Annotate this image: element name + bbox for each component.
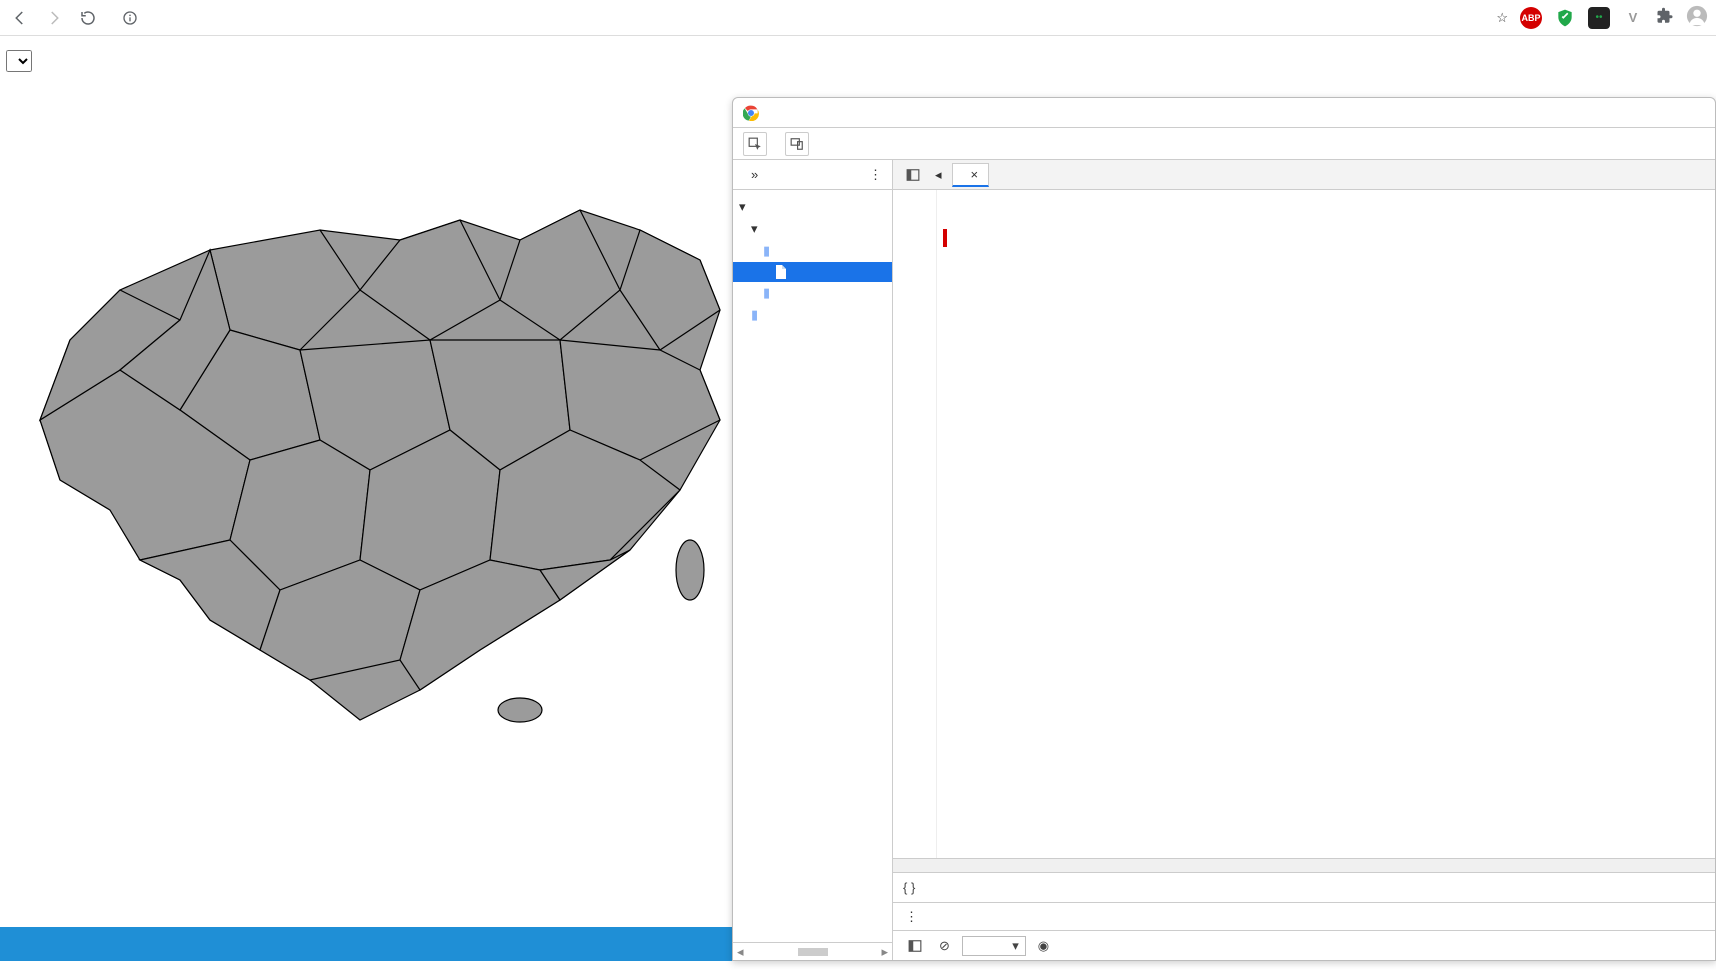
evernote-icon[interactable]: •• bbox=[1588, 7, 1610, 29]
inspect-icon bbox=[748, 137, 762, 151]
forward-button[interactable] bbox=[42, 6, 66, 30]
nav-scroll[interactable]: ◂▸ bbox=[733, 942, 892, 960]
styles-select[interactable] bbox=[6, 50, 32, 72]
devtools-window: » ⋮ ▾ ▾ ▮ ▮ ▮ ◂▸ bbox=[732, 97, 1716, 961]
extensions-icon[interactable] bbox=[1656, 7, 1674, 28]
star-icon[interactable]: ☆ bbox=[1496, 10, 1508, 26]
sources-navigator: » ⋮ ▾ ▾ ▮ ▮ ▮ ◂▸ bbox=[733, 160, 893, 960]
levels-selector[interactable] bbox=[1693, 945, 1705, 947]
device-toggle-button[interactable] bbox=[785, 132, 809, 156]
browser-toolbar: ☆ ABP •• V bbox=[0, 0, 1716, 36]
chrome-icon bbox=[743, 105, 759, 121]
code-hscroll[interactable] bbox=[893, 858, 1715, 872]
console-filter-input[interactable] bbox=[1061, 938, 1681, 953]
profile-icon[interactable] bbox=[1686, 5, 1708, 30]
tree-file-tigerchina[interactable] bbox=[733, 262, 892, 282]
back-button[interactable] bbox=[8, 6, 32, 30]
nav-more-icon[interactable]: » bbox=[751, 167, 758, 182]
info-icon bbox=[122, 10, 138, 26]
file-icon bbox=[775, 265, 787, 279]
console-toolbar: ⊘ ▾ ◉ bbox=[893, 930, 1715, 960]
footer-bar bbox=[0, 927, 735, 961]
reload-button[interactable] bbox=[76, 6, 100, 30]
tree-folder-gwc[interactable]: ▾ bbox=[733, 218, 892, 240]
code-area[interactable] bbox=[893, 190, 1715, 858]
shield-icon[interactable] bbox=[1554, 7, 1576, 29]
context-selector[interactable]: ▾ bbox=[962, 936, 1026, 956]
tree-folder-demo[interactable]: ▮ bbox=[733, 240, 892, 262]
eye-icon[interactable]: ◉ bbox=[1038, 938, 1049, 954]
tree-host[interactable]: ▾ bbox=[733, 196, 892, 218]
tree-folder-service[interactable]: ▮ bbox=[733, 304, 892, 326]
toolbar-extensions: ☆ ABP •• V bbox=[1496, 5, 1708, 30]
styles-row bbox=[0, 50, 1716, 80]
china-map-icon bbox=[0, 90, 730, 730]
source-file-tab[interactable]: × bbox=[952, 163, 990, 187]
nav-left-icon[interactable]: ◂ bbox=[935, 167, 942, 183]
pretty-print-icon[interactable]: { } bbox=[903, 880, 915, 895]
address-bar[interactable] bbox=[110, 4, 1486, 32]
source-viewer: ◂ × { } ⋮ bbox=[893, 160, 1715, 960]
devtools-titlebar[interactable] bbox=[733, 98, 1715, 128]
drawer-kebab-icon[interactable]: ⋮ bbox=[905, 909, 918, 925]
devtools-tabs bbox=[733, 128, 1715, 160]
toggle-nav-icon[interactable] bbox=[901, 163, 925, 187]
v-icon[interactable]: V bbox=[1622, 7, 1644, 29]
file-tree: ▾ ▾ ▮ ▮ ▮ bbox=[733, 190, 892, 332]
arrow-right-icon bbox=[45, 9, 63, 27]
highlight-box bbox=[943, 229, 947, 247]
source-statusbar: { } bbox=[893, 872, 1715, 902]
arrow-left-icon bbox=[11, 9, 29, 27]
device-icon bbox=[790, 137, 804, 151]
nav-kebab-icon[interactable]: ⋮ bbox=[869, 167, 882, 183]
reload-icon bbox=[79, 9, 97, 27]
tree-folder-rest[interactable]: ▮ bbox=[733, 282, 892, 304]
close-tab-icon[interactable]: × bbox=[971, 167, 979, 182]
abp-icon[interactable]: ABP bbox=[1520, 7, 1542, 29]
inspect-button[interactable] bbox=[743, 132, 767, 156]
clear-console-icon[interactable]: ⊘ bbox=[939, 938, 950, 954]
source-tabbar: ◂ × bbox=[893, 160, 1715, 190]
console-drawer-tabs: ⋮ bbox=[893, 902, 1715, 930]
sidebar-toggle-icon[interactable] bbox=[903, 934, 927, 958]
